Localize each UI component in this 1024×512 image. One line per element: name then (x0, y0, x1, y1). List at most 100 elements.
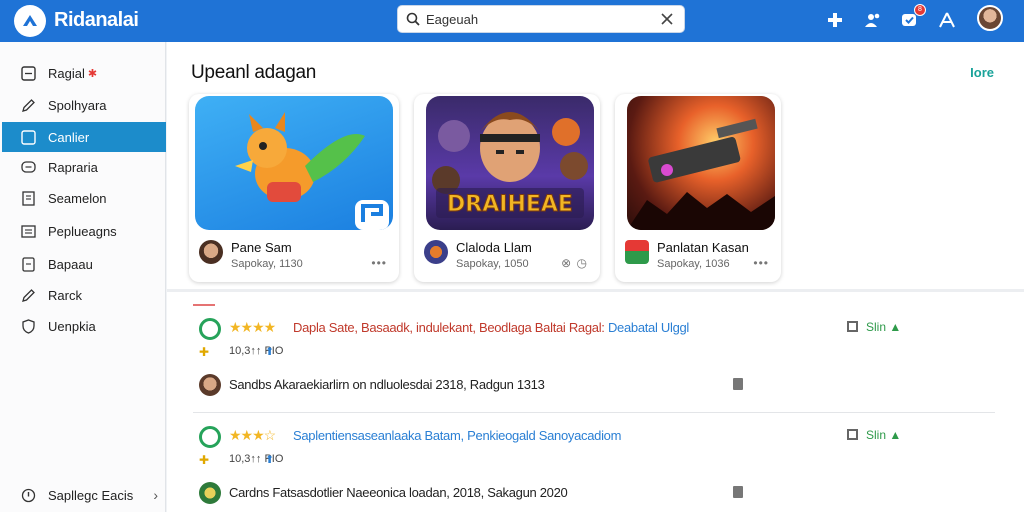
search-box[interactable] (397, 5, 685, 33)
document-icon (20, 190, 36, 206)
close-icon[interactable] (660, 12, 674, 31)
search-input[interactable] (426, 9, 646, 29)
user-byline: Sandbs Akaraekiarlirn on ndluolesdai 231… (229, 377, 545, 392)
list-item-meta: 10,3↑↑ PIO (229, 345, 284, 357)
list-icon (20, 223, 36, 239)
top-bar: Ridanalai 8 (0, 0, 1024, 42)
people-icon[interactable] (862, 9, 884, 31)
game-art (195, 96, 393, 230)
more-options-icon[interactable]: ••• (753, 256, 769, 270)
list-accent-mark (193, 304, 215, 306)
shield-icon (20, 318, 36, 334)
bookmark-icon (20, 256, 36, 272)
user-avatar (199, 374, 221, 396)
status-label: Slin (866, 428, 887, 442)
sidebar-item-bapaau[interactable]: Bapaau (2, 249, 166, 279)
chevron-right-icon[interactable]: › (153, 487, 158, 503)
upload-icon[interactable]: ⬆ (265, 453, 274, 466)
window-icon (20, 65, 36, 81)
flag-icon: ✱ (87, 67, 98, 80)
card-title: Claloda Llam (456, 240, 532, 255)
game-card[interactable]: Panlatan Kasan Sapokay, 1036 ••• (615, 94, 781, 282)
rating-stars: ★★★☆ (229, 427, 276, 443)
puzzle-icon[interactable] (824, 9, 846, 31)
pencil-icon (20, 97, 36, 113)
badge-icon: ✚ (199, 453, 210, 467)
checkbox-icon[interactable] (847, 321, 858, 332)
title-link[interactable]: Deabatal Ulggl (608, 320, 689, 335)
card-actions-icon[interactable]: ⊗ ◷ (561, 256, 588, 270)
game-art (627, 96, 775, 230)
sidebar: Ragial ✱ Spolhyara Canlier Rapraria Seam… (0, 42, 166, 512)
app-icon (199, 318, 221, 340)
status-toggle[interactable]: Slin ▲ (847, 428, 901, 442)
creator-avatar (625, 240, 649, 264)
sidebar-item-label: Canlier (48, 129, 90, 145)
status-label: Slin (866, 320, 887, 334)
upload-icon[interactable]: ⬆ (265, 345, 274, 358)
sidebar-item-label: Rapraria (48, 159, 98, 175)
sidebar-item-ragial[interactable]: Ragial ✱ (2, 58, 166, 88)
user-avatar (199, 482, 221, 504)
status-toggle[interactable]: Slin ▲ (847, 320, 901, 334)
title-link[interactable]: Saplentiensaseanlaaka Batam, Penkieogald… (293, 428, 621, 443)
share-icon[interactable] (936, 9, 958, 31)
user-avatar[interactable] (977, 5, 1003, 31)
sidebar-item-label: Seamelon (48, 190, 107, 206)
list-item-title[interactable]: Saplentiensaseanlaaka Batam, Penkieogald… (293, 428, 621, 443)
sidebar-item-label: Rarck (48, 287, 82, 303)
logo-icon (23, 15, 37, 26)
notification-badge: 8 (914, 4, 926, 16)
more-options-icon[interactable]: ••• (371, 256, 387, 270)
sidebar-item-uenpkia[interactable]: Uenpkia (2, 311, 166, 341)
game-card[interactable]: Pane Sam Sapokay, 1130 ••• (189, 94, 399, 282)
list-item-title[interactable]: Dapla Sate, Basaadk, indulekant, Beodlag… (293, 320, 689, 335)
card-title: Panlatan Kasan (657, 240, 749, 255)
card-meta: Sapokay, 1036 (657, 258, 730, 270)
arrow-up-icon: ▲ (889, 320, 902, 334)
app-logo[interactable] (14, 5, 46, 37)
sidebar-item-canlier[interactable]: Canlier (2, 122, 166, 152)
badge-icon: ✚ (199, 345, 210, 359)
card-meta: Sapokay, 1050 (456, 258, 529, 270)
rating-stars: ★★★★ (229, 319, 276, 335)
creator-avatar (199, 240, 223, 264)
checkbox-icon[interactable] (847, 429, 858, 440)
title-text: Dapla Sate, Basaadk, indulekant, Beodlag… (293, 320, 605, 335)
user-byline: Cardns Fatsasdotlier Naeeonica loadan, 2… (229, 485, 568, 500)
document-icon[interactable] (733, 378, 743, 390)
section-divider (167, 289, 1024, 292)
list-item-meta: 10,3↑↑ PIO (229, 453, 284, 465)
card-meta: Sapokay, 1130 (231, 258, 303, 270)
sidebar-item-peplueagns[interactable]: Peplueagns (2, 216, 166, 246)
row-divider (193, 412, 995, 413)
app-title: Ridanalai (54, 9, 139, 31)
pencil-icon (20, 287, 36, 303)
sidebar-item-rapraria[interactable]: Rapraria (2, 152, 166, 182)
main-panel: Upeanl adagan Iore Pane Sam Sapokay, 113… (167, 42, 1024, 512)
sidebar-item-label: Spolhyara (48, 97, 107, 113)
arrow-up-icon: ▲ (889, 428, 902, 442)
sidebar-item-label: Uenpkia (48, 318, 96, 334)
sidebar-footer-label: Sapllegc Eacis (48, 487, 134, 503)
more-link[interactable]: Iore (970, 65, 994, 80)
search-icon (406, 12, 420, 31)
sidebar-item-seamelon[interactable]: Seamelon (2, 183, 166, 213)
info-icon (20, 487, 36, 503)
sidebar-item-label: Peplueagns (48, 223, 117, 239)
section-title: Upeanl adagan (191, 62, 316, 83)
sidebar-item-label: Bapaau (48, 256, 93, 272)
sidebar-footer-item[interactable]: Sapllegc Eacis › (2, 480, 166, 510)
card-title: Pane Sam (231, 240, 292, 255)
sidebar-item-label: Ragial (48, 65, 85, 81)
document-icon[interactable] (733, 486, 743, 498)
app-icon (199, 426, 221, 448)
game-card[interactable]: DRAIHEAE Claloda Llam Sapokay, 1050 ⊗ ◷ (414, 94, 600, 282)
chat-icon (20, 159, 36, 175)
sidebar-item-rarck[interactable]: Rarck (2, 280, 166, 310)
game-art: DRAIHEAE (426, 96, 594, 230)
window-icon (20, 129, 36, 145)
creator-avatar (424, 240, 448, 264)
game-art-title: DRAIHEAE (447, 192, 573, 217)
sidebar-item-spolhyara[interactable]: Spolhyara (2, 90, 166, 120)
